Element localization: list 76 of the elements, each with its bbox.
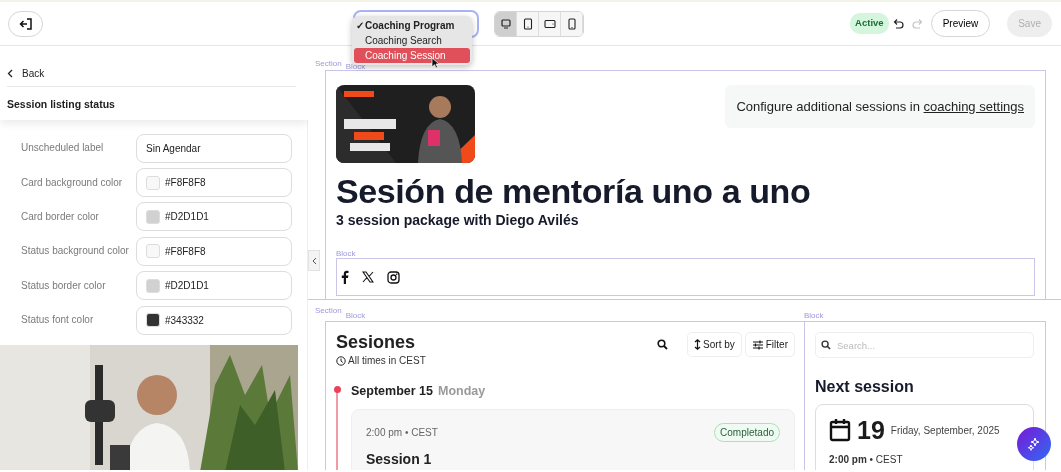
page-title: Sesión de mentoría uno a uno [336, 171, 812, 211]
x-icon [362, 271, 374, 283]
facebook-icon [341, 270, 349, 284]
page-subtitle: 3 session package with Diego Avilés [336, 211, 580, 229]
status-badge: Active [850, 13, 889, 34]
assistant-button[interactable] [1017, 427, 1051, 461]
exit-icon [18, 16, 33, 31]
device-view-button[interactable] [539, 11, 561, 36]
color-field[interactable]: #F8F8F8 [136, 168, 292, 198]
status-badge: Completado [714, 422, 780, 442]
cursor-icon [431, 57, 440, 69]
field-label: Status background color [21, 245, 130, 258]
callout-text: Configure additional sessions in coaching settings [725, 85, 1035, 128]
next-session-heading: Next session [815, 377, 915, 397]
color-value: #D2D1D1 [165, 210, 209, 225]
field-label: Card background color [21, 176, 124, 189]
sort-icon [694, 339, 702, 350]
input-field[interactable]: Sin Agendar [136, 133, 292, 163]
timeline-dot [333, 386, 341, 393]
chevron-left-icon [7, 68, 13, 78]
session-title: Session 1 [366, 449, 433, 469]
color-value: #F8F8F8 [165, 176, 206, 191]
preview-button[interactable]: Preview [930, 10, 991, 37]
day-weekday: Monday [438, 383, 486, 400]
clock-icon [336, 355, 346, 366]
search-field[interactable]: Search... [815, 332, 1034, 358]
redo-icon [911, 18, 923, 29]
back-link[interactable]: Back [7, 46, 308, 86]
sparkle-icon [1027, 437, 1041, 451]
day-date: September 15 [351, 383, 433, 400]
field-label: Status border color [21, 279, 107, 292]
search-icon [821, 340, 831, 350]
coaching-settings-link[interactable]: coaching settings [923, 99, 1024, 114]
chevron-left-icon [311, 256, 317, 265]
menu-item[interactable]: ✓Coaching Program [354, 18, 470, 33]
color-field[interactable]: #D2D1D1 [136, 271, 292, 301]
field-label: Status font color [21, 314, 95, 327]
phone-icon [565, 17, 578, 30]
color-field[interactable]: #F8F8F8 [136, 236, 292, 266]
sort-button[interactable]: Sort by [687, 332, 742, 357]
device-view-button[interactable] [517, 11, 539, 36]
tablet-icon [521, 17, 534, 30]
section-label: Section [315, 307, 342, 315]
filter-icon [751, 339, 764, 350]
section-label: Section [315, 60, 342, 68]
collapse-button[interactable] [308, 250, 320, 271]
tablet-landscape-icon [543, 17, 556, 30]
session-card[interactable]: 2:00 pm • CEST Completado Session 1 [351, 408, 795, 470]
block-label: Block [804, 312, 824, 320]
search-icon [657, 339, 669, 350]
timezone-note: All times in CEST [348, 354, 426, 368]
panel-title: Session listing status [7, 97, 116, 112]
menu-item[interactable]: Coaching Search [354, 33, 470, 48]
field-label: Unscheduled label [21, 142, 105, 155]
session-time: 2:00 pm • CEST [829, 453, 904, 467]
filter-button[interactable]: Filter [744, 332, 795, 357]
block-label: Block [345, 63, 366, 71]
session-time: 2:00 pm • CEST [366, 425, 438, 440]
menu-item[interactable]: Coaching Session [354, 48, 470, 63]
instagram-icon [387, 270, 400, 284]
color-value: #343332 [165, 313, 204, 328]
desktop-icon [499, 17, 512, 30]
color-value: #F8F8F8 [165, 244, 206, 259]
block-label: Block [336, 250, 357, 258]
undo-icon [892, 18, 904, 29]
calendar-icon [829, 418, 851, 442]
checkmark: ✓ [356, 19, 364, 33]
color-field[interactable]: #D2D1D1 [136, 202, 292, 232]
color-value: #D2D1D1 [165, 279, 209, 294]
field-label: Card border color [21, 210, 100, 223]
color-field[interactable]: #343332 [136, 305, 292, 335]
session-date: Friday, September, 2025 [890, 423, 1000, 438]
exit-button[interactable] [8, 10, 43, 37]
block-label: Block [345, 312, 366, 320]
session-day: 19 [857, 416, 885, 444]
sessions-heading: Sesiones [336, 332, 417, 353]
